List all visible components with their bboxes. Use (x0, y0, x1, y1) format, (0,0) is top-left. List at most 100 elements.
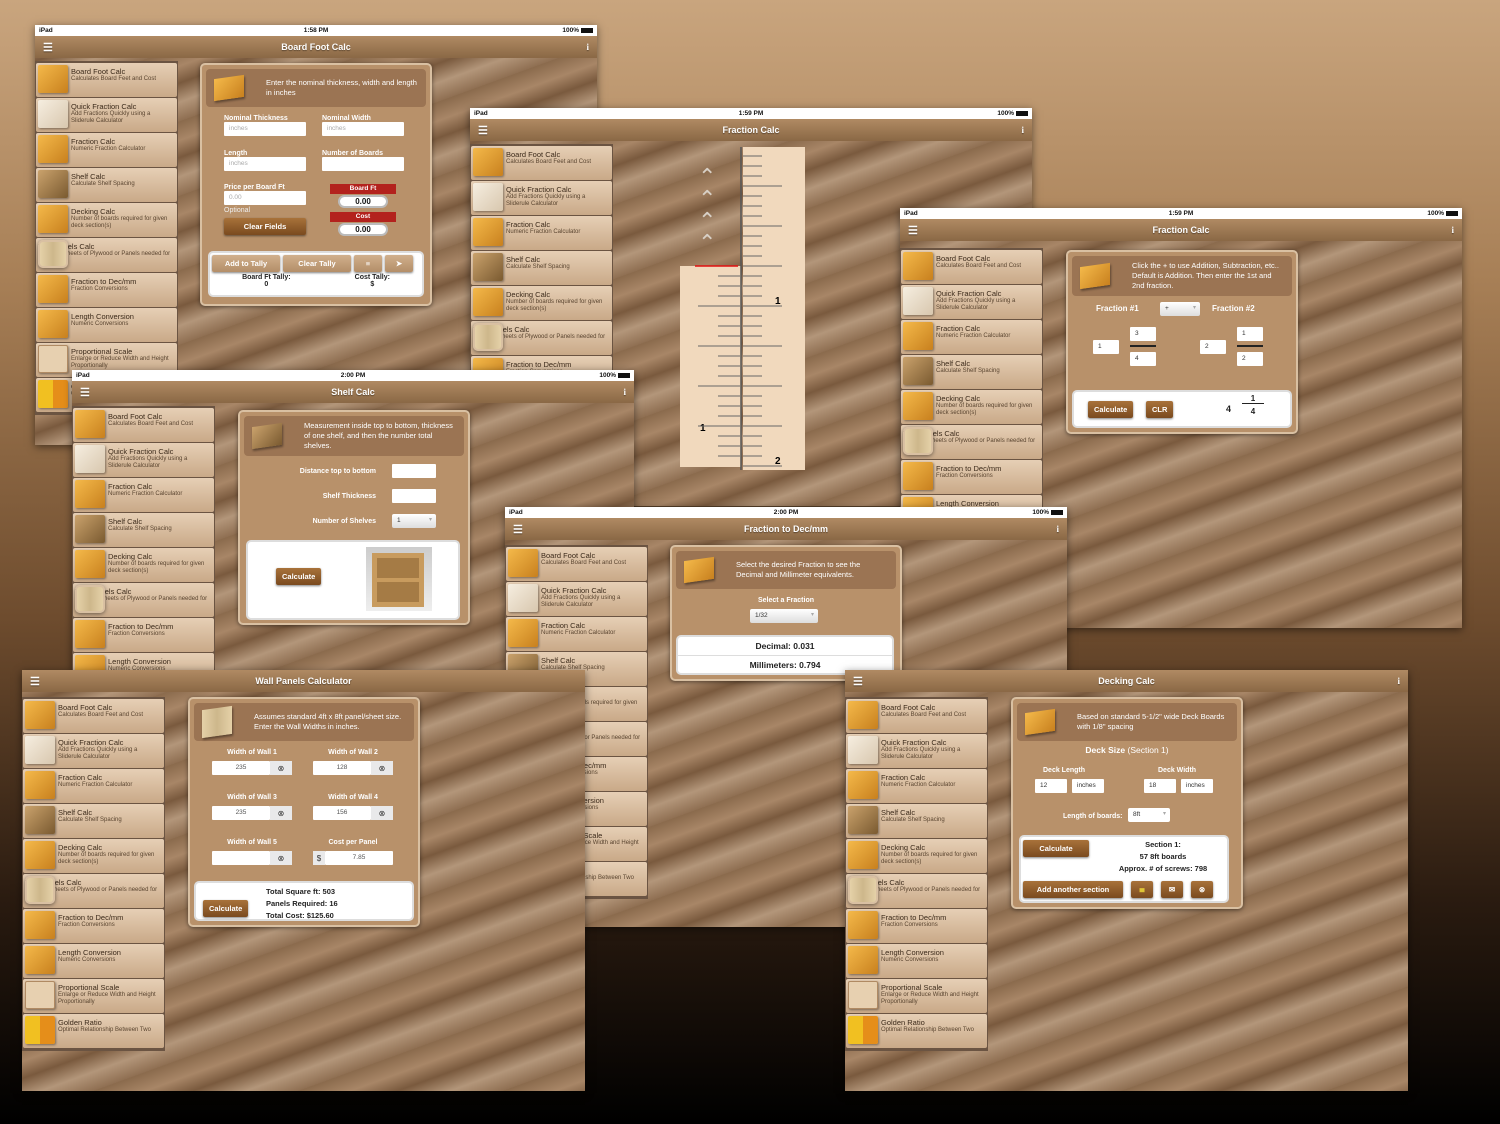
sidebar-item-fraction-calc[interactable]: Fraction Calc Numeric Fraction Calculator (36, 133, 177, 167)
fraction-select[interactable]: 1/32 (750, 609, 818, 623)
sidebar-item-shelf-calc[interactable]: Shelf Calc Calculate Shelf Spacing (471, 251, 612, 285)
sidebar-item-wall-panels-calc[interactable]: Wall Panels CalcEstimate Sheets of Plywo… (846, 874, 987, 908)
sidebar-item-board-foot-calc[interactable]: Board Foot Calc Calculates Board Feet and… (36, 63, 177, 97)
clr-button[interactable]: CLR (1146, 401, 1174, 418)
sidebar-item-wall-panels-calc[interactable]: Wall Panels CalcEstimate Sheets of Plywo… (471, 321, 612, 355)
wall5-input[interactable] (212, 851, 270, 865)
info-icon[interactable]: i (1056, 524, 1059, 534)
sidebar-item-proportional-scale[interactable]: Proportional ScaleEnlarge or Reduce Widt… (23, 979, 164, 1013)
info-icon[interactable]: i (623, 387, 626, 397)
sidebar-item-fraction-to-dec-mm[interactable]: Fraction to Dec/mmFraction Conversions (73, 618, 214, 652)
sidebar-item-fraction-calc[interactable]: Fraction Calc Numeric Fraction Calculator (471, 216, 612, 250)
clear-icon[interactable]: ⊗ (371, 761, 393, 775)
mail-icon[interactable]: ✉ (1161, 881, 1183, 898)
list-icon[interactable]: ≣ (1131, 881, 1153, 898)
sidebar-item-length-conversion[interactable]: Length ConversionNumeric Conversions (73, 653, 214, 670)
sidebar-item-fraction-calc[interactable]: Fraction Calc Numeric Fraction Calculator (846, 769, 987, 803)
sidebar-item-decking-calc[interactable]: Decking CalcNumber of boards required fo… (36, 203, 177, 237)
width-input[interactable]: inches (322, 122, 404, 136)
sidebar-item-fraction-to-dec-mm[interactable]: Fraction to Dec/mmFraction Conversions (23, 909, 164, 943)
sidebar-item-shelf-calc[interactable]: Shelf Calc Calculate Shelf Spacing (23, 804, 164, 838)
sidebar-item-shelf-calc[interactable]: Shelf Calc Calculate Shelf Spacing (73, 513, 214, 547)
sidebar-item-wall-panels-calc[interactable]: Wall Panels CalcEstimate Sheets of Plywo… (901, 425, 1042, 459)
price-input[interactable]: 0.00 (224, 191, 306, 205)
add-to-tally-button[interactable]: Add to Tally (212, 255, 280, 272)
sidebar-item-quick-fraction-calc[interactable]: Quick Fraction Calc Add Fractions Quickly… (23, 734, 164, 768)
info-icon[interactable]: i (1451, 225, 1454, 235)
wall1-input[interactable]: 235 (212, 761, 270, 775)
clear-fields-button[interactable]: Clear Fields (224, 218, 306, 235)
sidebar-item-golden-ratio[interactable]: Golden RatioOptimal Relationship Between… (23, 1014, 164, 1048)
sidebar-item-fraction-calc[interactable]: Fraction Calc Numeric Fraction Calculator (901, 320, 1042, 354)
length-input[interactable]: 12 (1035, 779, 1067, 793)
info-icon[interactable]: i (586, 42, 589, 52)
f2-whole-input[interactable]: 2 (1200, 340, 1226, 354)
sidebar-item-quick-fraction-calc[interactable]: Quick Fraction Calc Add Fractions Quickly… (73, 443, 214, 477)
info-icon[interactable]: i (1397, 676, 1400, 686)
clear-icon[interactable]: ⊗ (270, 851, 292, 865)
f1-denominator-input[interactable]: 4 (1130, 352, 1156, 366)
sidebar-item-board-foot-calc[interactable]: Board Foot Calc Calculates Board Feet and… (901, 250, 1042, 284)
sidebar-item-quick-fraction-calc[interactable]: Quick Fraction Calc Add Fractions Quickly… (901, 285, 1042, 319)
sidebar-item-golden-ratio[interactable]: Golden RatioOptimal Relationship Between… (846, 1014, 987, 1048)
f1-whole-input[interactable]: 1 (1093, 340, 1119, 354)
wall2-input[interactable]: 128 (313, 761, 371, 775)
menu-icon[interactable]: ☰ (853, 675, 863, 688)
sidebar-item-wall-panels-calc[interactable]: Wall Panels CalcEstimate Sheets of Plywo… (36, 238, 177, 272)
menu-icon[interactable]: ☰ (43, 41, 53, 54)
clear-icon[interactable]: ⊗ (1191, 881, 1213, 898)
sidebar-item-fraction-calc[interactable]: Fraction Calc Numeric Fraction Calculator (506, 617, 647, 651)
wall4-input[interactable]: 156 (313, 806, 371, 820)
sidebar-item-length-conversion[interactable]: Length ConversionNumeric Conversions (23, 944, 164, 978)
clear-tally-button[interactable]: Clear Tally (283, 255, 351, 272)
f2-numerator-input[interactable]: 1 (1237, 327, 1263, 341)
sidebar-item-fraction-to-dec-mm[interactable]: Fraction to Dec/mmFraction Conversions (846, 909, 987, 943)
sidebar-item-proportional-scale[interactable]: Proportional ScaleEnlarge or Reduce Widt… (846, 979, 987, 1013)
calculate-button[interactable]: Calculate (1023, 840, 1089, 857)
width-input[interactable]: 18 (1144, 779, 1176, 793)
sidebar-item-quick-fraction-calc[interactable]: Quick Fraction Calc Add Fractions Quickly… (471, 181, 612, 215)
sidebar-item-decking-calc[interactable]: Decking CalcNumber of boards required fo… (471, 286, 612, 320)
length-unit-select[interactable]: inches (1072, 779, 1104, 793)
info-icon[interactable]: i (1021, 125, 1024, 135)
sidebar-item-length-conversion[interactable]: Length ConversionNumeric Conversions (36, 308, 177, 342)
sidebar-item-shelf-calc[interactable]: Shelf Calc Calculate Shelf Spacing (36, 168, 177, 202)
ruler-upper[interactable] (743, 147, 805, 470)
sidebar-item-board-foot-calc[interactable]: Board Foot Calc Calculates Board Feet and… (471, 146, 612, 180)
menu-icon[interactable]: ☰ (513, 523, 523, 536)
f2-denominator-input[interactable]: 2 (1237, 352, 1263, 366)
boards-input[interactable] (322, 157, 404, 171)
sidebar-item-quick-fraction-calc[interactable]: Quick Fraction Calc Add Fractions Quickly… (36, 98, 177, 132)
sidebar-item-quick-fraction-calc[interactable]: Quick Fraction Calc Add Fractions Quickly… (846, 734, 987, 768)
thickness-input[interactable]: inches (224, 122, 306, 136)
add-section-button[interactable]: Add another section (1023, 881, 1123, 898)
slide-rule[interactable]: 1 1 2 (670, 146, 820, 476)
sidebar-item-board-foot-calc[interactable]: Board Foot Calc Calculates Board Feet and… (73, 408, 214, 442)
sidebar-item-decking-calc[interactable]: Decking CalcNumber of boards required fo… (901, 390, 1042, 424)
menu-icon[interactable]: ☰ (30, 675, 40, 688)
sidebar-item-length-conversion[interactable]: Length ConversionNumeric Conversions (846, 944, 987, 978)
send-icon[interactable]: ➤ (385, 255, 413, 272)
shelves-select[interactable]: 1 (392, 514, 436, 528)
list-icon[interactable]: ≡ (354, 255, 382, 272)
menu-icon[interactable]: ☰ (478, 124, 488, 137)
sidebar-item-wall-panels-calc[interactable]: Wall Panels CalcEstimate Sheets of Plywo… (73, 583, 214, 617)
sidebar-item-shelf-calc[interactable]: Shelf Calc Calculate Shelf Spacing (846, 804, 987, 838)
sidebar-item-decking-calc[interactable]: Decking CalcNumber of boards required fo… (73, 548, 214, 582)
sidebar-item-fraction-calc[interactable]: Fraction Calc Numeric Fraction Calculator (23, 769, 164, 803)
width-unit-select[interactable]: inches (1181, 779, 1213, 793)
clear-icon[interactable]: ⊗ (371, 806, 393, 820)
operator-select[interactable]: + (1160, 302, 1200, 316)
menu-icon[interactable]: ☰ (80, 386, 90, 399)
clear-icon[interactable]: ⊗ (270, 806, 292, 820)
clear-icon[interactable]: ⊗ (270, 761, 292, 775)
sidebar-item-board-foot-calc[interactable]: Board Foot Calc Calculates Board Feet and… (23, 699, 164, 733)
sidebar-item-shelf-calc[interactable]: Shelf Calc Calculate Shelf Spacing (901, 355, 1042, 389)
calculate-button[interactable]: Calculate (276, 568, 322, 585)
length-input[interactable]: inches (224, 157, 306, 171)
distance-input[interactable] (392, 464, 436, 478)
board-length-select[interactable]: 8ft (1128, 808, 1170, 822)
sidebar-item-quick-fraction-calc[interactable]: Quick Fraction Calc Add Fractions Quickly… (506, 582, 647, 616)
sidebar-item-board-foot-calc[interactable]: Board Foot Calc Calculates Board Feet and… (506, 547, 647, 581)
sidebar-item-fraction-to-dec-mm[interactable]: Fraction to Dec/mmFraction Conversions (901, 460, 1042, 494)
